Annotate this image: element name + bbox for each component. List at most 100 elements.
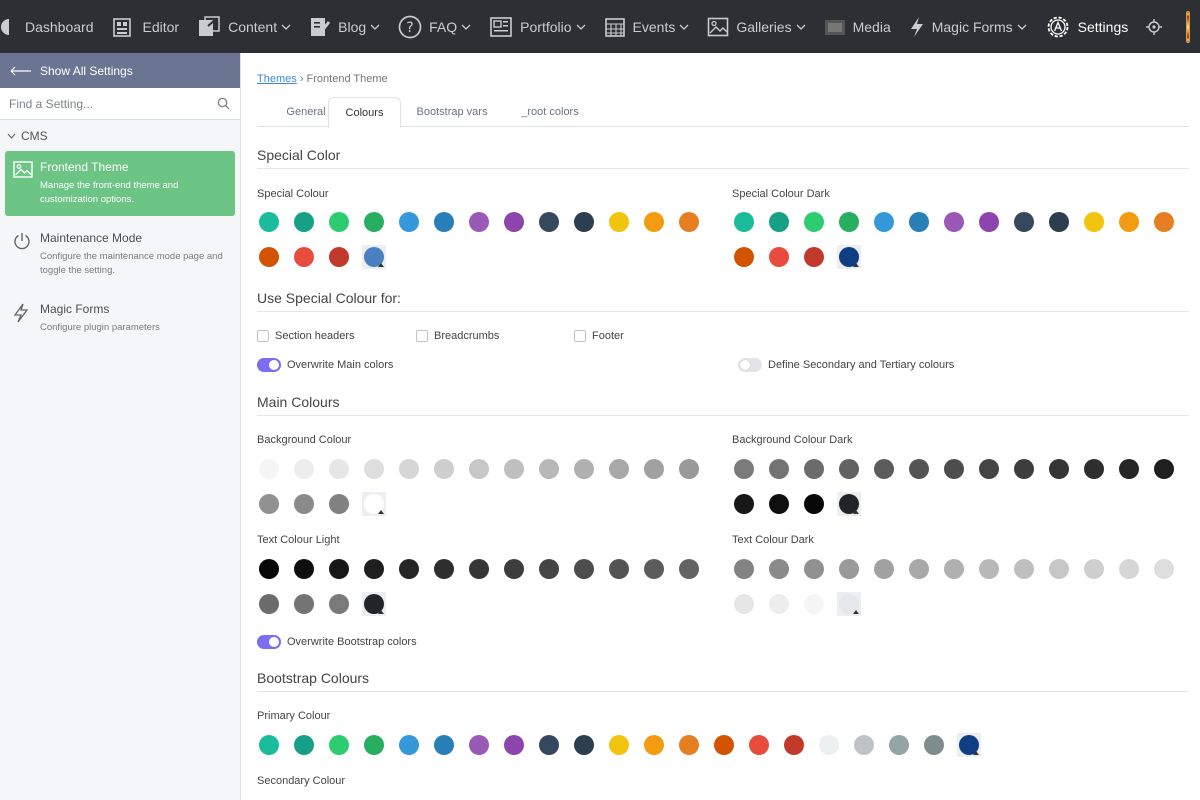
special-colour-swatch[interactable]: [601, 204, 636, 239]
toggle-track[interactable]: [738, 358, 762, 372]
background-colour-swatch[interactable]: [636, 451, 671, 486]
cms-group-toggle[interactable]: CMS: [0, 120, 240, 151]
text-colour-light-swatch[interactable]: [671, 551, 706, 586]
primary-colour-custom-picker[interactable]: [956, 732, 981, 757]
primary-colour-swatch[interactable]: [601, 727, 636, 762]
sidebar-item-magic-forms[interactable]: Magic Forms Configure plugin parameters: [5, 293, 235, 344]
text-colour-dark-swatch[interactable]: [1111, 551, 1146, 586]
text-colour-dark-swatch[interactable]: [936, 551, 971, 586]
background-colour-dark-swatch[interactable]: [831, 451, 866, 486]
nav-faq[interactable]: ? FAQ: [389, 0, 480, 53]
primary-colour-swatch[interactable]: [566, 727, 601, 762]
avatar[interactable]: [1186, 10, 1190, 43]
special-colour-dark-swatch[interactable]: [866, 204, 901, 239]
text-colour-light-swatch[interactable]: [461, 551, 496, 586]
footer-checkbox[interactable]: Footer: [574, 330, 624, 342]
background-colour-dark-swatch[interactable]: [796, 486, 831, 521]
special-colour-swatch[interactable]: [531, 204, 566, 239]
special-colour-dark-swatch[interactable]: [971, 204, 1006, 239]
text-colour-light-swatch[interactable]: [286, 586, 321, 621]
special-colour-dark-swatch[interactable]: [1006, 204, 1041, 239]
text-colour-dark-swatch[interactable]: [831, 551, 866, 586]
nav-dashboard[interactable]: Dashboard: [0, 0, 103, 53]
primary-colour-swatch[interactable]: [286, 727, 321, 762]
text-colour-dark-swatch[interactable]: [1041, 551, 1076, 586]
special-colour-swatch[interactable]: [251, 239, 286, 274]
text-colour-dark-swatch[interactable]: [901, 551, 936, 586]
special-colour-dark-swatch[interactable]: [726, 239, 761, 274]
background-colour-swatch[interactable]: [531, 451, 566, 486]
background-colour-swatch[interactable]: [286, 486, 321, 521]
text-colour-light-swatch[interactable]: [251, 586, 286, 621]
text-colour-dark-swatch[interactable]: [761, 551, 796, 586]
define-secondary-tertiary-toggle[interactable]: Define Secondary and Tertiary colours: [738, 358, 954, 372]
text-colour-dark-custom-picker[interactable]: [836, 591, 861, 616]
special-colour-dark-swatch[interactable]: [796, 239, 831, 274]
background-colour-swatch[interactable]: [496, 451, 531, 486]
nav-galleries[interactable]: Galleries: [698, 0, 814, 53]
nav-blog[interactable]: Blog: [300, 0, 389, 53]
background-colour-dark-swatch[interactable]: [866, 451, 901, 486]
background-colour-dark-swatch[interactable]: [1076, 451, 1111, 486]
primary-colour-swatch[interactable]: [391, 727, 426, 762]
background-colour-dark-custom-picker[interactable]: [836, 491, 861, 516]
find-setting-input[interactable]: [9, 96, 217, 111]
primary-colour-swatch[interactable]: [811, 727, 846, 762]
preview-target-button[interactable]: [1137, 0, 1178, 53]
tab-root-colors[interactable]: _root colors: [509, 97, 591, 127]
sidebar-item-maintenance-mode[interactable]: Maintenance Mode Configure the maintenanc…: [5, 222, 235, 287]
special-colour-swatch[interactable]: [321, 239, 356, 274]
background-colour-swatch[interactable]: [391, 451, 426, 486]
background-colour-swatch[interactable]: [461, 451, 496, 486]
background-colour-dark-swatch[interactable]: [936, 451, 971, 486]
special-colour-swatch[interactable]: [321, 204, 356, 239]
background-colour-swatch[interactable]: [426, 451, 461, 486]
primary-colour-swatch[interactable]: [706, 727, 741, 762]
text-colour-dark-swatch[interactable]: [796, 551, 831, 586]
nav-portfolio[interactable]: Portfolio: [480, 0, 594, 53]
primary-colour-swatch[interactable]: [916, 727, 951, 762]
tab-colours[interactable]: Colours: [328, 97, 401, 128]
sidebar-item-frontend-theme[interactable]: Frontend Theme Manage the front-end theme…: [5, 151, 235, 216]
text-colour-light-swatch[interactable]: [356, 551, 391, 586]
special-colour-dark-swatch[interactable]: [1111, 204, 1146, 239]
section-headers-checkbox[interactable]: Section headers: [257, 330, 355, 342]
toggle-track[interactable]: [257, 635, 281, 649]
overwrite-bootstrap-colors-toggle[interactable]: Overwrite Bootstrap colors: [257, 635, 417, 649]
background-colour-dark-swatch[interactable]: [726, 451, 761, 486]
background-colour-dark-swatch[interactable]: [1111, 451, 1146, 486]
background-colour-swatch[interactable]: [601, 451, 636, 486]
text-colour-dark-swatch[interactable]: [1146, 551, 1181, 586]
background-colour-swatch[interactable]: [671, 451, 706, 486]
background-colour-swatch[interactable]: [321, 486, 356, 521]
background-colour-dark-swatch[interactable]: [901, 451, 936, 486]
text-colour-dark-swatch[interactable]: [1076, 551, 1111, 586]
special-colour-dark-swatch[interactable]: [761, 204, 796, 239]
background-colour-swatch[interactable]: [251, 486, 286, 521]
text-colour-dark-swatch[interactable]: [726, 551, 761, 586]
text-colour-light-swatch[interactable]: [391, 551, 426, 586]
tab-bootstrap-vars[interactable]: Bootstrap vars: [405, 97, 499, 127]
text-colour-light-swatch[interactable]: [496, 551, 531, 586]
primary-colour-swatch[interactable]: [671, 727, 706, 762]
text-colour-light-swatch[interactable]: [601, 551, 636, 586]
text-colour-dark-swatch[interactable]: [796, 586, 831, 621]
special-colour-dark-swatch[interactable]: [901, 204, 936, 239]
special-colour-dark-swatch[interactable]: [1041, 204, 1076, 239]
checkbox-box[interactable]: [574, 330, 586, 342]
special-colour-dark-swatch[interactable]: [831, 204, 866, 239]
overwrite-main-colors-toggle[interactable]: Overwrite Main colors: [257, 358, 393, 372]
special-colour-dark-swatch[interactable]: [796, 204, 831, 239]
show-all-settings-button[interactable]: Show All Settings: [0, 53, 240, 88]
primary-colour-swatch[interactable]: [636, 727, 671, 762]
special-colour-swatch[interactable]: [496, 204, 531, 239]
text-colour-light-swatch[interactable]: [531, 551, 566, 586]
primary-colour-swatch[interactable]: [321, 727, 356, 762]
nav-editor[interactable]: Editor: [103, 0, 189, 53]
text-colour-dark-swatch[interactable]: [971, 551, 1006, 586]
primary-colour-swatch[interactable]: [846, 727, 881, 762]
primary-colour-swatch[interactable]: [356, 727, 391, 762]
special-colour-dark-swatch[interactable]: [936, 204, 971, 239]
text-colour-light-swatch[interactable]: [636, 551, 671, 586]
background-colour-swatch[interactable]: [566, 451, 601, 486]
